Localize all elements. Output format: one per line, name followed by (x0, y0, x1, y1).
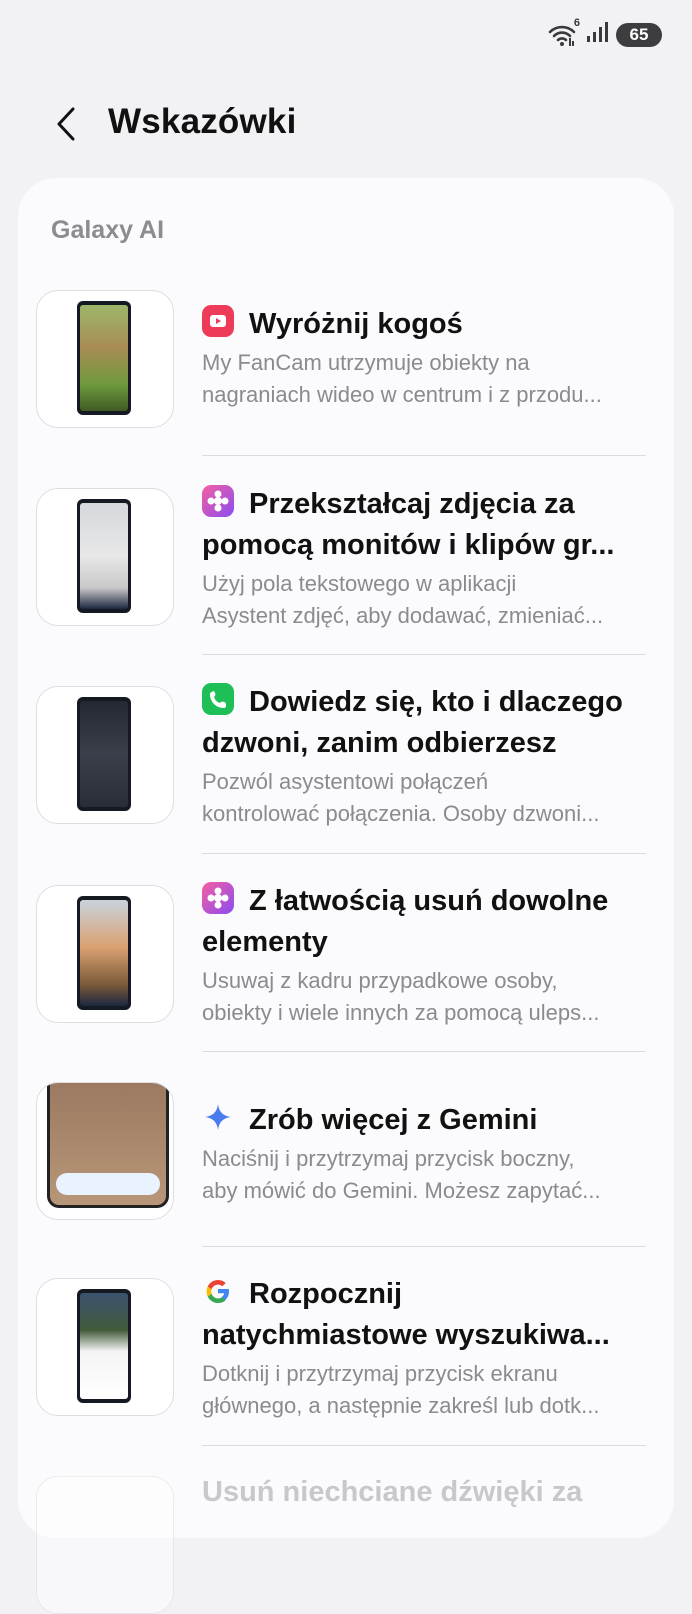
item-title: Rozpocznij (249, 1278, 403, 1310)
page-title: Wskazówki (108, 102, 297, 141)
item-desc-line: Pozwól asystentowi połączeń (202, 769, 489, 794)
item-desc-line: aby mówić do Gemini. Możesz zapytać... (202, 1178, 601, 1203)
thumbnail (36, 1082, 174, 1220)
divider (202, 1051, 646, 1052)
item-title-line2: elementy (202, 926, 328, 958)
back-button[interactable] (44, 98, 88, 150)
list-item-remove-sounds[interactable]: Usuń niechciane dźwięki za (18, 1476, 674, 1614)
item-desc-line: Dotknij i przytrzymaj przycisk ekranu (202, 1361, 558, 1386)
item-desc-line: Asystent zdjęć, aby dodawać, zmieniać... (202, 603, 604, 628)
item-desc-line: Usuwaj z kadru przypadkowe osoby, (202, 968, 558, 993)
phone-call-icon (202, 683, 234, 715)
item-title-line2: pomocą monitów i klipów gr... (202, 529, 615, 561)
item-desc-line: Naciśnij i przytrzymaj przycisk boczny, (202, 1146, 575, 1171)
item-title: Dowiedz się, kto i dlaczego (249, 686, 623, 718)
signal-icon (586, 21, 608, 48)
list-item-highlight[interactable]: Wyróżnij kogoś My FanCam utrzymuje obiek… (18, 290, 674, 450)
divider (202, 455, 646, 456)
wifi-icon: 6 (548, 17, 580, 47)
header: Wskazówki (0, 92, 692, 156)
status-bar: 6 65 (0, 0, 692, 70)
item-desc-line: kontrolować połączenia. Osoby dzwoni... (202, 801, 600, 826)
divider (202, 1445, 646, 1446)
thumbnail (36, 885, 174, 1023)
list-item-circle-search[interactable]: Rozpocznij natychmiastowe wyszukiwa... D… (18, 1278, 674, 1458)
divider (202, 1246, 646, 1247)
item-desc-line: głównego, a następnie zakreśl lub dotk..… (202, 1393, 600, 1418)
list-item-call-assist[interactable]: Dowiedz się, kto i dlaczego dzwoni, zani… (18, 683, 674, 866)
photo-flower-icon (202, 485, 234, 517)
video-highlight-icon (202, 305, 234, 337)
item-desc-line: My FanCam utrzymuje obiekty na (202, 350, 530, 375)
wifi-generation-label: 6 (573, 16, 580, 29)
item-title: Zrób więcej z Gemini (249, 1104, 538, 1136)
gemini-sparkle-icon (202, 1101, 234, 1133)
section-title: Galaxy AI (51, 216, 165, 244)
item-title: Z łatwością usuń dowolne (249, 885, 609, 917)
item-desc-line: nagraniach wideo w centrum i z przodu... (202, 382, 602, 407)
item-title: Przekształcaj zdjęcia za (249, 488, 575, 520)
item-title: Wyróżnij kogoś (249, 308, 463, 340)
item-desc-line: obiekty i wiele innych za pomocą uleps..… (202, 1000, 600, 1025)
list-item-gemini[interactable]: Zrób więcej z Gemini Naciśnij i przytrzy… (18, 1082, 674, 1242)
thumbnail (36, 1476, 174, 1614)
thumbnail (36, 686, 174, 824)
item-title: Usuń niechciane dźwięki za (202, 1476, 583, 1508)
divider (202, 654, 646, 655)
chevron-left-icon (57, 107, 75, 141)
photo-flower-icon (202, 882, 234, 914)
list-item-remove-objects[interactable]: Z łatwością usuń dowolne elementy Usuwaj… (18, 882, 674, 1065)
thumbnail (36, 290, 174, 428)
item-title-line2: dzwoni, zanim odbierzesz (202, 727, 557, 759)
item-title-line2: natychmiastowe wyszukiwa... (202, 1319, 610, 1351)
item-desc-line: Użyj pola tekstowego w aplikacji (202, 571, 517, 596)
tips-card: Galaxy AI Wyróżnij kogoś My FanCam utrzy… (18, 178, 674, 1614)
divider (202, 853, 646, 854)
thumbnail (36, 488, 174, 626)
list-item-transform-photos[interactable]: Przekształcaj zdjęcia za pomocą monitów … (18, 485, 674, 668)
google-g-icon (202, 1275, 234, 1307)
battery-indicator: 65 (616, 22, 662, 47)
thumbnail (36, 1278, 174, 1416)
